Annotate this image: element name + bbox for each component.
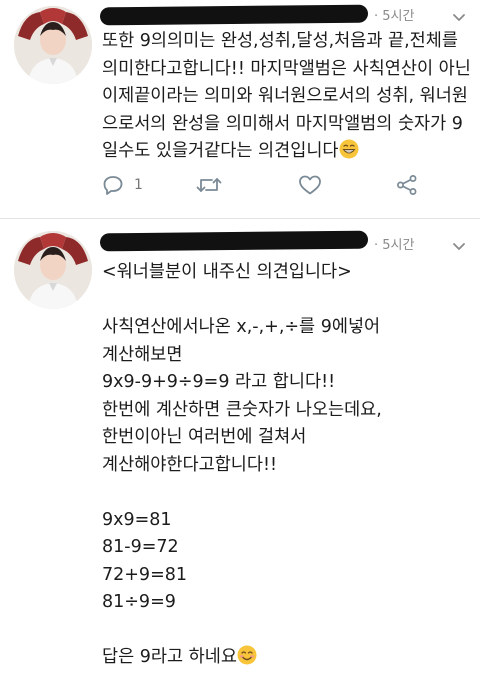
retweet-icon: [196, 178, 222, 192]
avatar[interactable]: [14, 231, 92, 309]
tweet-text: <워너블분이 내주신 의견입니다> 사칙연산에서나온 x,-,+,÷를 9에넣어…: [102, 259, 472, 675]
timestamp: · 5시간: [374, 238, 415, 253]
share-button[interactable]: [396, 174, 418, 196]
chevron-down-icon[interactable]: [448, 6, 470, 28]
redacted-username: [99, 4, 369, 26]
grinning-face-emoji-icon: [339, 139, 359, 169]
tweet-text-content: 또한 9의의미는 완성,성취,달성,처음과 끝,전체를 의미한다고합니다!! 마…: [102, 31, 477, 161]
avatar[interactable]: [14, 6, 92, 84]
tweet-text-content: <워너블분이 내주신 의견입니다> 사칙연산에서나온 x,-,+,÷를 9에넣어…: [102, 262, 382, 667]
tweet-actions: 1: [100, 174, 440, 204]
reply-icon: [103, 176, 123, 195]
redacted-username: [99, 230, 369, 252]
smiling-face-emoji-icon: [237, 645, 257, 675]
timestamp: · 5시간: [374, 9, 415, 24]
heart-icon: [299, 175, 321, 195]
tweet-2: · 5시간 <워너블분이 내주신 의견입니다> 사칙연산에서나온 x,-,+,÷…: [0, 219, 480, 667]
reply-button[interactable]: 1: [102, 174, 143, 196]
share-icon: [397, 175, 417, 195]
reply-count: 1: [134, 177, 143, 193]
retweet-button[interactable]: [196, 174, 222, 196]
chevron-down-icon[interactable]: [448, 235, 470, 257]
tweet-1: · 5시간 또한 9의의미는 완성,성취,달성,처음과 끝,전체를 의미한다고합…: [0, 0, 480, 215]
like-button[interactable]: [298, 174, 322, 196]
tweet-text: 또한 9의의미는 완성,성취,달성,처음과 끝,전체를 의미한다고합니다!! 마…: [102, 28, 472, 169]
